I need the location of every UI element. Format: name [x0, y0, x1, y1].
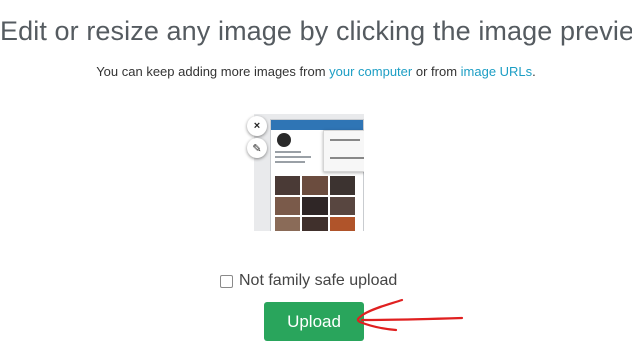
preview-app-bar — [271, 120, 363, 130]
preview-photo-grid — [275, 176, 355, 231]
image-urls-link[interactable]: image URLs — [461, 64, 533, 79]
not-family-safe-label: Not family safe upload — [239, 272, 398, 289]
preview-screenshot-content — [270, 119, 364, 231]
page-subtitle: You can keep adding more images from you… — [0, 64, 632, 79]
preview-photo — [329, 176, 355, 195]
upload-button[interactable]: Upload — [264, 302, 364, 341]
not-family-safe-checkbox[interactable] — [220, 274, 233, 288]
preview-photo — [302, 176, 328, 195]
preview-photo — [329, 196, 355, 216]
not-family-safe-option[interactable]: Not family safe upload — [220, 272, 397, 290]
red-arrow-annotation-icon — [356, 298, 464, 332]
preview-text-line — [275, 156, 311, 158]
preview-popup-menu — [323, 130, 364, 172]
subtitle-middle: or from — [412, 64, 461, 79]
preview-text-line — [275, 151, 301, 153]
upload-page: Edit or resize any image by clicking the… — [0, 0, 632, 355]
close-icon: × — [253, 120, 261, 132]
preview-photo — [275, 196, 301, 216]
remove-image-button[interactable]: × — [247, 116, 267, 136]
preview-popup-line — [330, 157, 364, 159]
preview-photo — [302, 217, 328, 231]
preview-photo — [302, 196, 328, 216]
subtitle-suffix: . — [532, 64, 536, 79]
subtitle-prefix: You can keep adding more images from — [96, 64, 330, 79]
preview-photo — [275, 176, 301, 195]
edit-image-button[interactable]: ✎ — [247, 138, 267, 158]
preview-popup-line — [330, 139, 360, 141]
page-title: Edit or resize any image by clicking the… — [0, 16, 632, 46]
pencil-icon: ✎ — [252, 142, 262, 155]
preview-avatar — [277, 133, 291, 147]
preview-photo — [329, 217, 355, 231]
preview-text-line — [275, 161, 305, 163]
preview-photo — [275, 217, 301, 231]
your-computer-link[interactable]: your computer — [329, 64, 412, 79]
image-preview-thumbnail[interactable] — [254, 114, 364, 231]
